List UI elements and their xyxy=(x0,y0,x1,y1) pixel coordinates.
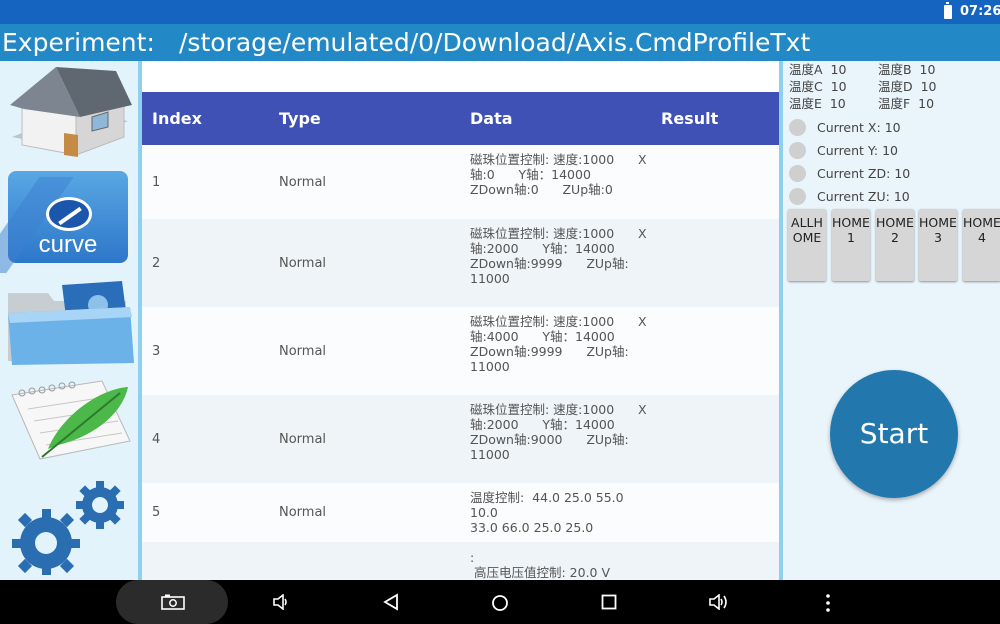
sidebar: curve xyxy=(0,61,138,580)
home-nav-icon[interactable] xyxy=(490,593,510,613)
table-row[interactable]: : 高压电压值控制: 20.0 V xyxy=(142,542,779,580)
home-icon[interactable] xyxy=(4,65,134,161)
home1-button[interactable]: HOME1 xyxy=(832,209,870,281)
title-bar: Experiment: /storage/emulated/0/Download… xyxy=(0,24,1000,61)
more-options-icon[interactable] xyxy=(825,593,831,613)
home2-button[interactable]: HOME2 xyxy=(876,209,914,281)
table-row[interactable]: 3 Normal 磁珠位置控制: 速度:1000 X轴:4000 Y轴：1400… xyxy=(142,307,779,395)
curve-icon xyxy=(46,197,92,231)
settings-gears-icon[interactable] xyxy=(4,473,134,577)
row-index: 1 xyxy=(152,175,161,190)
row-index: 3 xyxy=(152,344,161,359)
experiment-label: Experiment: xyxy=(2,28,155,57)
command-table[interactable]: Index Type Data Result 1 Normal 磁珠位置控制: … xyxy=(142,61,779,580)
start-button[interactable]: Start xyxy=(830,370,958,498)
volume-up-icon[interactable] xyxy=(708,594,730,610)
row-type: Normal xyxy=(279,175,327,190)
row-type: Normal xyxy=(279,344,327,359)
temperature-a: 温度A 10 xyxy=(789,62,847,77)
navigation-bar xyxy=(0,580,1000,624)
row-index: 5 xyxy=(152,505,161,520)
status-time: 07:26 xyxy=(960,4,1000,19)
experiment-file-path: /storage/emulated/0/Download/Axis.CmdPro… xyxy=(179,28,811,57)
header-result: Result xyxy=(661,109,719,128)
row-data: 磁珠位置控制: 速度:1000 X轴:4000 Y轴：14000 ZDown轴:… xyxy=(470,314,647,374)
row-data: 温度控制: 44.0 25.0 55.0 10.0 33.0 66.0 25.0… xyxy=(470,490,624,535)
header-index: Index xyxy=(152,109,202,128)
row-index: 4 xyxy=(152,432,161,447)
row-data: : 高压电压值控制: 20.0 V xyxy=(470,550,611,580)
row-type: Normal xyxy=(279,432,327,447)
camera-icon xyxy=(161,594,185,610)
status-dot-icon xyxy=(789,142,806,159)
battery-icon xyxy=(944,2,952,19)
row-data: 磁珠位置控制: 速度:1000 X轴:2000 Y轴：14000 ZDown轴:… xyxy=(470,402,647,462)
home3-button[interactable]: HOME3 xyxy=(919,209,957,281)
temperature-b: 温度B 10 xyxy=(878,62,936,77)
row-type: Normal xyxy=(279,256,327,271)
header-type: Type xyxy=(279,109,321,128)
row-data: 磁珠位置控制: 速度:1000 X轴:2000 Y轴：14000 ZDown轴:… xyxy=(470,226,647,286)
temperature-e: 温度E 10 xyxy=(789,96,846,111)
temperature-f: 温度F 10 xyxy=(878,96,935,111)
status-dot-icon xyxy=(789,188,806,205)
table-row[interactable]: 1 Normal 磁珠位置控制: 速度:1000 X轴:0 Y轴：14000 Z… xyxy=(142,145,779,219)
temperature-d: 温度D 10 xyxy=(878,79,937,94)
table-row[interactable]: 4 Normal 磁珠位置控制: 速度:1000 X轴:2000 Y轴：1400… xyxy=(142,395,779,483)
header-data: Data xyxy=(470,109,513,128)
all-home-button[interactable]: ALLHOME xyxy=(788,209,826,281)
home4-button[interactable]: HOME4 xyxy=(963,209,1000,281)
status-bar: 07:26 xyxy=(0,0,1000,24)
curve-icon-slash xyxy=(58,206,82,226)
row-index: 2 xyxy=(152,256,161,271)
volume-down-icon[interactable] xyxy=(272,594,290,610)
curve-button[interactable]: curve xyxy=(0,169,130,273)
back-icon[interactable] xyxy=(382,593,400,611)
temperature-c: 温度C 10 xyxy=(789,79,847,94)
table-row[interactable]: 2 Normal 磁珠位置控制: 速度:1000 X轴:2000 Y轴：1400… xyxy=(142,219,779,307)
notepad-feather-icon[interactable] xyxy=(4,375,136,461)
control-panel: 温度A 10 温度B 10 温度C 10 温度D 10 温度E 10 温度F 1… xyxy=(783,61,1000,580)
folder-icon[interactable] xyxy=(2,277,136,367)
curve-label: curve xyxy=(38,231,98,258)
status-dot-icon xyxy=(789,119,806,136)
recents-icon[interactable] xyxy=(601,594,617,610)
row-type: Normal xyxy=(279,505,327,520)
table-header: Index Type Data Result xyxy=(142,92,779,145)
screenshot-button[interactable] xyxy=(116,580,228,624)
status-dot-icon xyxy=(789,165,806,182)
row-data: 磁珠位置控制: 速度:1000 X轴:0 Y轴：14000 ZDown轴:0 Z… xyxy=(470,152,647,197)
table-row[interactable]: 5 Normal 温度控制: 44.0 25.0 55.0 10.0 33.0 … xyxy=(142,483,779,542)
